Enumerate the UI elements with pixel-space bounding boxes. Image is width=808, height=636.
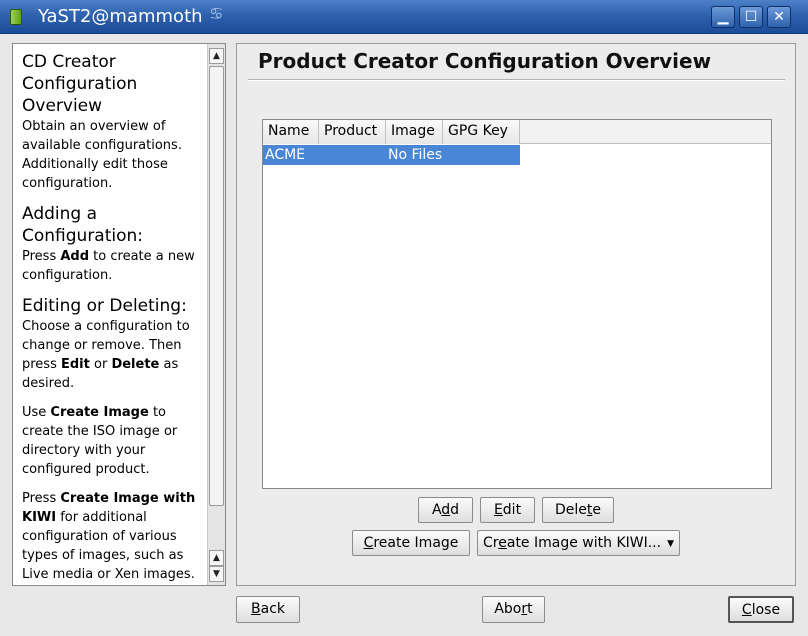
title-divider: [248, 79, 785, 81]
column-header-name[interactable]: Name: [263, 120, 319, 144]
help-paragraph-kiwi: Press Create Image with KIWI for additio…: [22, 491, 196, 582]
back-button[interactable]: Back: [236, 596, 300, 623]
create-image-kiwi-button[interactable]: Create Image with KIWI... ▼: [477, 530, 680, 556]
column-header-image[interactable]: Image: [386, 120, 443, 144]
help-heading-adding: Adding a Configuration:: [22, 204, 144, 246]
help-paragraph-adding: Press Add to create a new configuration.: [22, 249, 195, 283]
help-scrollbar[interactable]: ▲ ▲ ▼: [207, 44, 225, 585]
help-paragraph-create-image: Use Create Image to create the ISO image…: [22, 405, 178, 477]
cell-name: ACME: [265, 147, 306, 163]
scroll-up-arrow-icon-lower[interactable]: ▲: [209, 550, 224, 566]
close-button[interactable]: Close: [728, 596, 794, 623]
main-pane: Product Creator Configuration Overview N…: [236, 43, 796, 586]
window-title: YaST2@mammoth: [38, 6, 203, 27]
title-bar: YaST2@mammoth ♋ ▁ ☐ ✕: [0, 0, 808, 34]
cell-image: No Files: [388, 147, 443, 163]
column-header-gpg-key[interactable]: GPG Key: [443, 120, 520, 144]
column-header-product[interactable]: Product: [319, 120, 386, 144]
help-heading-editing: Editing or Deleting:: [22, 296, 187, 316]
close-window-button[interactable]: ✕: [767, 6, 791, 28]
help-pane: CD Creator Configuration Overview Obtain…: [12, 43, 226, 586]
abort-button[interactable]: Abort: [482, 596, 545, 623]
dropdown-arrow-icon: ▼: [667, 539, 674, 549]
page-title: Product Creator Configuration Overview: [258, 49, 712, 73]
configurations-table[interactable]: Name Product Image GPG Key ACME No Files: [262, 119, 772, 489]
help-text: CD Creator Configuration Overview Obtain…: [22, 51, 206, 585]
help-paragraph-editing: Choose a configuration to change or remo…: [22, 319, 190, 391]
scroll-thumb[interactable]: [209, 66, 224, 506]
table-header: Name Product Image GPG Key: [263, 120, 771, 144]
title-swirl-icon: ♋: [209, 4, 224, 23]
delete-button[interactable]: Delete: [542, 497, 614, 523]
create-image-button[interactable]: Create Image: [352, 530, 470, 556]
yast-app-icon: [10, 9, 22, 25]
add-button[interactable]: Add: [418, 497, 473, 523]
edit-button[interactable]: Edit: [480, 497, 535, 523]
scroll-down-arrow-icon[interactable]: ▼: [209, 566, 224, 582]
table-row[interactable]: ACME No Files: [263, 145, 520, 165]
help-heading-overview: CD Creator Configuration Overview: [22, 52, 138, 116]
scroll-up-arrow-icon[interactable]: ▲: [209, 48, 224, 64]
help-paragraph-overview: Obtain an overview of available configur…: [22, 119, 182, 191]
minimize-button[interactable]: ▁: [711, 6, 735, 28]
maximize-button[interactable]: ☐: [739, 6, 763, 28]
